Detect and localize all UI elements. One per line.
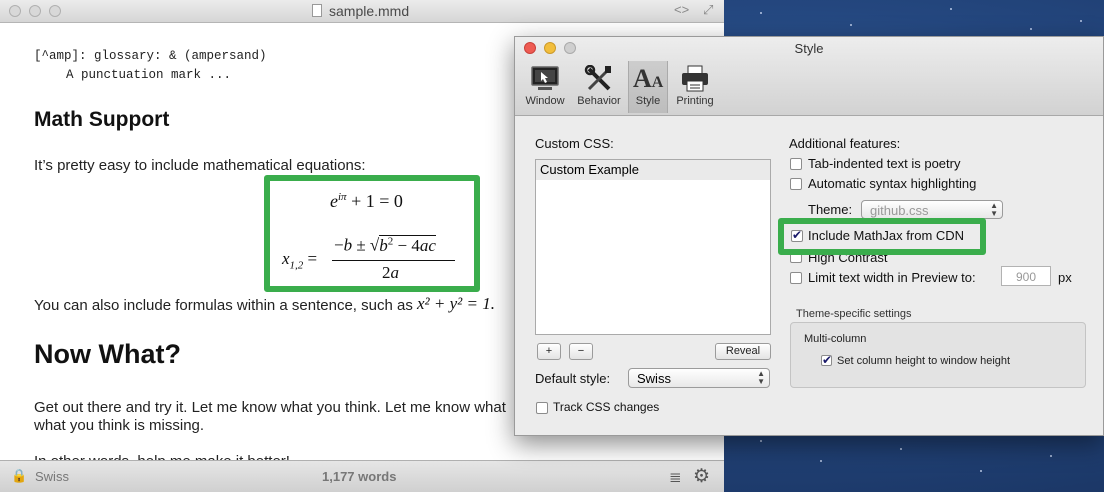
math-support-heading: Math Support (34, 108, 170, 131)
syntax-highlight-label: Automatic syntax highlighting (808, 176, 977, 191)
track-css-checkbox[interactable] (536, 402, 548, 414)
printer-icon (680, 65, 710, 93)
tools-icon (584, 64, 614, 93)
font-style-icon: AA (633, 64, 664, 93)
code-toggle-icon[interactable]: <> (674, 2, 689, 17)
css-list-item[interactable]: Custom Example (536, 160, 770, 180)
toolbar-window[interactable]: Window (521, 61, 569, 113)
window-title: sample.mmd (329, 3, 410, 19)
toolbar-printing-label: Printing (676, 95, 714, 107)
toolbar-style[interactable]: AA Style (628, 61, 668, 113)
list-icon[interactable]: ≣ (669, 468, 682, 486)
preferences-toolbar: Style Window Behavior AA Style Printing (515, 37, 1103, 116)
syntax-highlight-checkbox[interactable] (790, 178, 802, 190)
add-css-button[interactable]: + (537, 343, 561, 360)
poetry-label: Tab-indented text is poetry (808, 156, 961, 171)
mathjax-highlight-box (778, 218, 986, 255)
reveal-button[interactable]: Reveal (715, 343, 771, 360)
glossary-definition: [^amp]: glossary: & (ampersand) (34, 49, 267, 63)
remove-css-button[interactable]: − (569, 343, 593, 360)
zoom-button[interactable] (49, 5, 61, 17)
word-count: 1,177 words (322, 469, 397, 484)
custom-css-list[interactable]: Custom Example (535, 159, 771, 335)
fullscreen-icon[interactable]: ⤢ (703, 2, 713, 18)
equations-highlight-box (264, 175, 480, 292)
select-arrows-icon: ▲ ▼ (757, 369, 765, 386)
theme-settings-group: Multi-column Set column height to window… (790, 322, 1086, 388)
status-style[interactable]: Swiss (35, 469, 69, 484)
custom-css-label: Custom CSS: (535, 136, 614, 151)
theme-settings-label: Theme-specific settings (796, 308, 912, 320)
poetry-checkbox[interactable] (790, 158, 802, 170)
limit-width-input[interactable]: 900 (1001, 266, 1051, 286)
default-style-label: Default style: (535, 371, 611, 386)
default-style-select[interactable]: Swiss ▲ ▼ (628, 368, 770, 388)
inline-formula-text: You can also include formulas within a s… (34, 297, 413, 314)
inline-formula: x² + y² = 1. (417, 294, 495, 313)
math-intro-text: It’s pretty easy to include mathematical… (34, 157, 366, 174)
limit-width-unit: px (1058, 270, 1072, 285)
multicolumn-label: Multi-column (804, 333, 867, 345)
toolbar-printing[interactable]: Printing (671, 61, 719, 113)
document-icon (312, 4, 322, 17)
preferences-title: Style (794, 41, 824, 56)
toolbar-window-label: Window (525, 95, 565, 107)
glossary-description: A punctuation mark ... (66, 68, 232, 82)
theme-value: github.css (870, 203, 929, 218)
theme-label: Theme: (808, 202, 853, 217)
paragraph-line-1: Get out there and try it. Let me know wh… (34, 399, 506, 416)
limit-width-label: Limit text width in Preview to: (808, 270, 976, 285)
style-preferences-window: Style Window Behavior AA Style Printing … (514, 36, 1104, 436)
status-bar: 🔒 Swiss 1,177 words ≣ ⚙ (0, 460, 724, 492)
paragraph-line-2: what you think is missing. (34, 417, 205, 434)
now-what-heading: Now What? (34, 339, 181, 369)
default-style-value: Swiss (637, 371, 671, 386)
toolbar-behavior-label: Behavior (577, 95, 621, 107)
theme-select[interactable]: github.css ▲ ▼ (861, 200, 1003, 219)
column-height-label: Set column height to window height (837, 355, 1011, 367)
toolbar-style-label: Style (635, 95, 661, 107)
toolbar-behavior[interactable]: Behavior (573, 61, 625, 113)
close-button[interactable] (9, 5, 21, 17)
column-height-checkbox[interactable] (821, 353, 832, 367)
track-css-label: Track CSS changes (553, 400, 660, 414)
editor-titlebar: sample.mmd <> ⤢ (0, 0, 724, 23)
lock-icon[interactable]: 🔒 (11, 468, 27, 484)
additional-features-label: Additional features: (789, 136, 901, 151)
minimize-button[interactable] (29, 5, 41, 17)
window-icon (530, 65, 560, 93)
theme-select-arrows-icon: ▲ ▼ (990, 201, 998, 218)
limit-width-checkbox[interactable] (790, 272, 802, 284)
gear-icon[interactable]: ⚙ (693, 465, 710, 488)
